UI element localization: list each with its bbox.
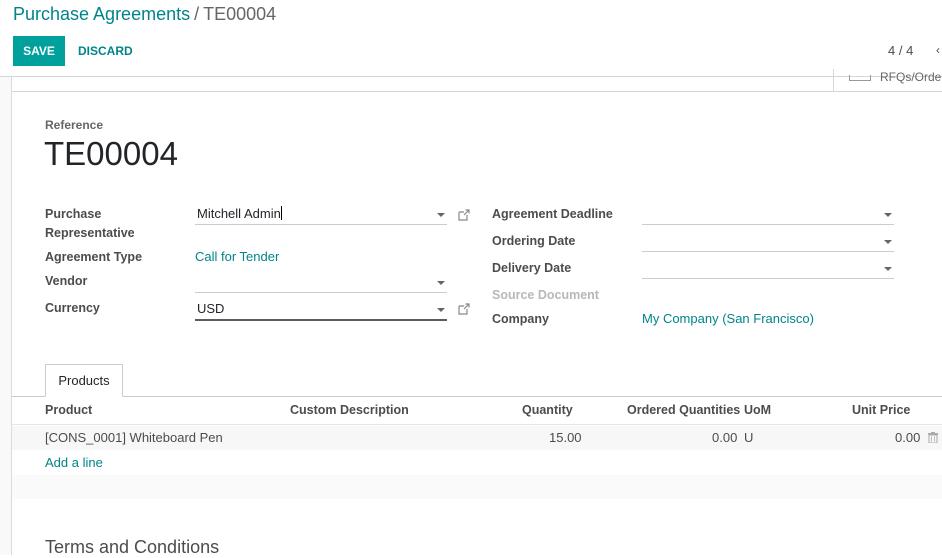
purchase-representative-input[interactable]: Mitchell Admin <box>195 205 447 225</box>
form-view: RFQs/Orders Reference TE00004 Purchase R… <box>0 69 942 557</box>
chevron-left-icon[interactable]: ‹ <box>936 43 940 57</box>
column-ordered-quantities[interactable]: Ordered Quantities <box>627 403 740 417</box>
rfqs-orders-label: RFQs/Orders <box>880 70 942 84</box>
ordering-date-input[interactable] <box>642 232 894 252</box>
column-unit-price[interactable]: Unit Price <box>852 403 910 417</box>
chevron-down-icon[interactable] <box>437 281 445 285</box>
delivery-date-label: Delivery Date <box>492 261 572 275</box>
tab-products[interactable]: Products <box>45 364 123 397</box>
currency-label: Currency <box>45 301 100 315</box>
control-panel: Purchase Agreements / TE00004 SAVE DISCARD… <box>0 0 942 77</box>
cell-ordered-quantities: 0.00 <box>712 430 738 445</box>
breadcrumb-purchase-agreements[interactable]: Purchase Agreements <box>13 4 190 24</box>
vendor-input[interactable] <box>195 273 447 293</box>
trash-icon[interactable] <box>928 432 938 443</box>
table-footer <box>12 475 942 499</box>
chevron-down-icon[interactable] <box>437 213 445 217</box>
cell-uom: U <box>744 430 754 445</box>
column-quantity[interactable]: Quantity <box>522 403 573 417</box>
reference-title: TE00004 <box>44 135 178 172</box>
source-document-label: Source Document <box>492 288 599 302</box>
purchase-representative-label: Purchase Representative <box>45 205 135 243</box>
agreement-deadline-label: Agreement Deadline <box>492 207 613 221</box>
breadcrumb-current: TE00004 <box>203 4 277 24</box>
delivery-date-input[interactable] <box>642 259 894 279</box>
agreement-type-label: Agreement Type <box>45 250 143 264</box>
add-a-line-link[interactable]: Add a line <box>45 455 103 470</box>
breadcrumb-separator: / <box>194 4 200 24</box>
external-link-icon[interactable] <box>458 303 470 315</box>
cell-unit-price: 0.00 <box>895 430 921 445</box>
company-link[interactable]: My Company (San Francisco) <box>642 311 814 326</box>
breadcrumb: Purchase Agreements / TE00004 <box>13 4 276 25</box>
cell-product: [CONS_0001] Whiteboard Pen <box>45 430 223 445</box>
column-custom-description[interactable]: Custom Description <box>290 403 409 417</box>
agreement-deadline-input[interactable] <box>642 205 894 225</box>
reference-label: Reference <box>45 118 104 132</box>
button-box: RFQs/Orders <box>12 69 942 92</box>
products-table-header: Product Custom Description Quantity Orde… <box>12 397 942 425</box>
list-icon <box>849 75 871 81</box>
chevron-down-icon[interactable] <box>884 267 892 271</box>
cell-quantity: 15.00 <box>549 430 582 445</box>
column-uom[interactable]: UoM <box>744 403 771 417</box>
currency-value: USD <box>197 301 225 316</box>
vendor-label: Vendor <box>45 274 88 288</box>
save-button[interactable]: SAVE <box>13 36 65 66</box>
external-link-icon[interactable] <box>458 209 470 221</box>
column-product[interactable]: Product <box>45 403 92 417</box>
form-sheet: RFQs/Orders Reference TE00004 Purchase R… <box>11 69 942 557</box>
pager-value[interactable]: 4 / 4 <box>888 43 913 58</box>
company-label: Company <box>492 312 549 326</box>
discard-button[interactable]: DISCARD <box>78 36 133 66</box>
purchase-representative-label-line1: Purchase <box>45 207 102 221</box>
currency-input[interactable]: USD <box>195 300 447 321</box>
agreement-type-link[interactable]: Call for Tender <box>195 249 279 264</box>
ordering-date-label: Ordering Date <box>492 234 576 248</box>
rfqs-orders-button[interactable]: RFQs/Orders <box>833 69 942 92</box>
chevron-down-icon[interactable] <box>884 213 892 217</box>
text-cursor <box>280 206 282 220</box>
chevron-down-icon[interactable] <box>884 240 892 244</box>
purchase-representative-value: Mitchell Admin <box>197 206 281 221</box>
purchase-representative-label-line2: Representative <box>45 226 135 240</box>
table-row[interactable]: [CONS_0001] Whiteboard Pen 15.00 0.00 U … <box>12 426 942 450</box>
chevron-down-icon[interactable] <box>437 308 445 312</box>
